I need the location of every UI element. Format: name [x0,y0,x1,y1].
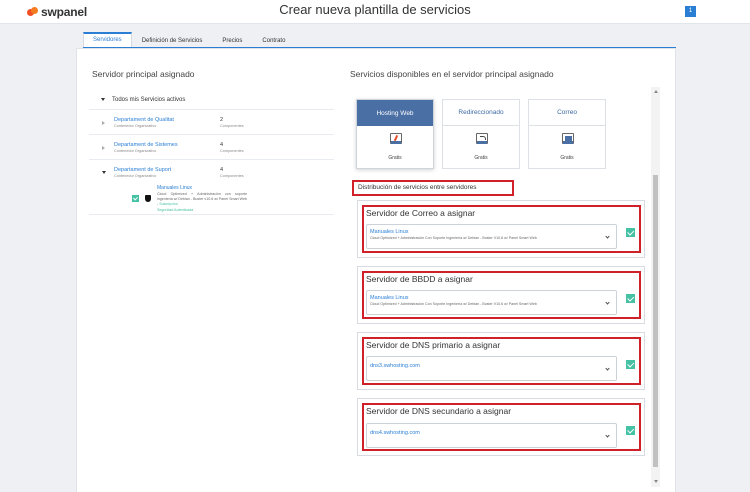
dept-count: 2 [220,117,224,123]
page-title: Crear nueva plantilla de servicios [279,2,471,17]
caret-down-icon [101,98,105,101]
mail-icon [562,133,574,144]
scrollbar[interactable] [651,87,660,487]
assign-title-dns2: Servidor de DNS secundario a asignar [366,406,512,416]
select-value: dns4.swhosting.com [370,430,420,436]
service-card-correo[interactable]: Correo Gratis [528,99,606,169]
redirect-icon [476,133,488,144]
service-description: Cloud Optimized + Administración con sop… [157,192,247,207]
tab-servidores[interactable]: Servidores [83,32,132,48]
assign-title-dns1: Servidor de DNS primario a asignar [366,340,501,350]
dept-count: 4 [220,142,224,148]
select-value: dns3.swhosting.com [370,363,420,369]
caret-right-icon[interactable] [102,121,105,125]
card-label: Hosting Web [357,100,433,126]
tab-definicion-servicios[interactable]: Definición de Servicios [132,32,213,48]
card-label: Correo [529,100,605,126]
dns-primary-select[interactable]: dns3.swhosting.com [366,356,617,381]
service-status: Suscripción [159,202,178,206]
tree-root-label: Todos mis Servicios activos [112,96,186,103]
scroll-thumb[interactable] [653,175,658,467]
tab-contrato[interactable]: Contrato [252,32,295,48]
bbdd-server-select[interactable]: Manuales Linux Cloud Optimized + Adminis… [366,290,617,315]
card-label: Redireccionado [443,100,519,126]
card-price: Gratis [560,155,574,161]
select-value: Manuales Linux [370,229,409,235]
confirm-checkbox[interactable] [626,294,635,303]
dept-count-unit: Componentes [220,149,244,153]
dept-count-unit: Componentes [220,124,244,128]
chevron-down-icon[interactable] [605,366,610,371]
caret-down-icon[interactable] [102,171,106,174]
chevron-down-icon[interactable] [605,234,610,239]
dept-name[interactable]: Departament de Suport [114,167,171,173]
shield-icon [145,195,151,202]
dept-count: 4 [220,167,224,173]
service-item[interactable]: Manuales Linux Cloud Optimized + Adminis… [89,185,334,215]
select-description: Cloud Optimized + Administración Con Sop… [370,302,537,306]
card-price: Gratis [474,155,488,161]
confirm-checkbox[interactable] [626,426,635,435]
card-price: Gratis [388,155,402,161]
service-auth: Seguridad Autenticada [157,208,194,212]
dept-name[interactable]: Departament de Qualitat [114,117,174,123]
service-card-hosting[interactable]: Hosting Web Gratis [356,99,434,169]
tree-item-sistemes[interactable]: Departament de Sistemes Contenedor Organ… [89,135,334,160]
user-badge[interactable]: 1 [685,6,696,17]
select-value: Manuales Linux [370,295,409,301]
tree-root[interactable]: Todos mis Servicios activos [89,90,334,110]
left-section-title: Servidor principal asignado [92,69,195,79]
tab-bar: Servidores Definición de Servicios Preci… [83,32,295,48]
caret-right-icon[interactable] [102,146,105,150]
right-section-title: Servicios disponibles en el servidor pri… [350,69,554,79]
tree-item-suport[interactable]: Departament de Suport Contenedor Organiz… [89,160,334,185]
scroll-up-icon[interactable] [653,90,658,93]
dept-type: Contenedor Organizativo [114,124,157,128]
dept-name[interactable]: Departament de Sistemes [114,142,178,148]
service-name[interactable]: Manuales Linux [157,185,192,191]
tree-item-qualitat[interactable]: Departament de Qualitat Contenedor Organ… [89,110,334,135]
assign-title-bbdd: Servidor de BBDD a asignar [366,274,473,284]
correo-server-select[interactable]: Manuales Linux Cloud Optimized + Adminis… [366,224,617,249]
confirm-checkbox[interactable] [626,228,635,237]
tab-precios[interactable]: Precios [212,32,252,48]
select-description: Cloud Optimized + Administración Con Sop… [370,236,537,240]
assign-title-correo: Servidor de Correo a asignar [366,208,476,218]
dns-secondary-select[interactable]: dns4.swhosting.com [366,423,617,448]
selected-checkbox[interactable] [132,195,139,202]
top-header: swpanel Crear nueva plantilla de servici… [0,0,750,24]
scroll-down-icon[interactable] [653,480,658,483]
chevron-down-icon[interactable] [605,433,610,438]
service-card-redireccionado[interactable]: Redireccionado Gratis [442,99,520,169]
distribution-title: Distribución de servicios entre servidor… [352,180,514,196]
dept-count-unit: Componentes [220,174,244,178]
chevron-down-icon[interactable] [605,300,610,305]
services-tree: Todos mis Servicios activos Departament … [89,90,334,215]
dept-type: Contenedor Organizativo [114,149,157,153]
confirm-checkbox[interactable] [626,360,635,369]
dept-type: Contenedor Organizativo [114,174,157,178]
html-file-icon [390,133,402,144]
